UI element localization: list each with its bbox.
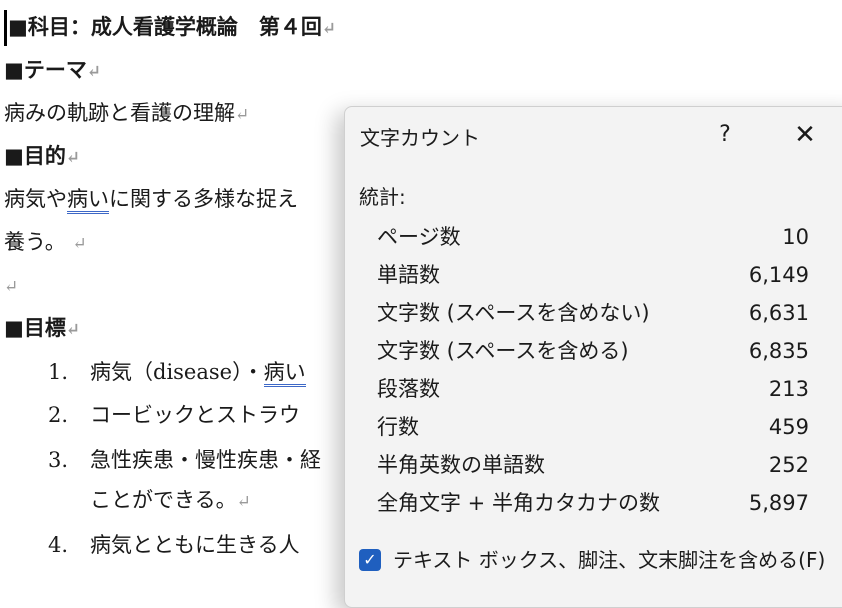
text-cursor	[4, 10, 7, 46]
stat-value: 10	[782, 225, 809, 249]
purpose-heading: ■目的↵	[4, 141, 80, 173]
statistics-label: 統計:	[359, 185, 406, 209]
stat-value: 459	[768, 415, 809, 439]
theme-text-content: 病みの軌跡と看護の理解	[4, 101, 235, 125]
goal-number: 2.	[48, 403, 69, 427]
paragraph-mark: ↵	[72, 234, 87, 254]
goals-heading: ■目標↵	[4, 313, 80, 345]
stat-value: 213	[768, 377, 809, 401]
goal-item-1: 1. 病気（disease）・病い	[48, 357, 306, 387]
stat-label: 段落数	[377, 377, 440, 401]
empty-paragraph: ↵	[4, 270, 18, 302]
goal-text: 急性疾患・慢性疾患・経	[90, 448, 321, 472]
purpose-text-part: 病気や	[4, 187, 67, 211]
stat-value: 6,835	[748, 339, 809, 363]
purpose-text-line-1: 病気や病いに関する多様な捉え	[4, 184, 298, 214]
help-button[interactable]: ?	[705, 119, 745, 151]
dialog-titlebar[interactable]: 文字カウント ? ✕	[345, 107, 842, 163]
subject-heading-text: ■科目：成人看護学概論 第４回	[8, 14, 322, 39]
goal-item-3: 3. 急性疾患・慢性疾患・経	[48, 445, 321, 475]
stat-row-chars-no-spaces: 文字数 (スペースを含めない) 6,631	[377, 295, 809, 331]
theme-text: 病みの軌跡と看護の理解↵	[4, 98, 249, 130]
stat-value: 6,631	[748, 301, 809, 325]
word-count-dialog: 文字カウント ? ✕ 統計: ページ数 10 単語数 6,149 文字数 (スペ…	[344, 106, 842, 608]
purpose-text-line-2: 養う。 ↵	[4, 227, 87, 259]
include-textboxes-checkbox[interactable]: ✓	[359, 549, 381, 571]
stat-row-paragraphs: 段落数 213	[377, 371, 809, 407]
include-textboxes-label[interactable]: テキスト ボックス、脚注、文末脚注を含める(F)	[393, 545, 825, 575]
goal-text: ことができる。	[90, 488, 237, 512]
paragraph-mark: ↵	[65, 148, 81, 168]
stat-row-lines: 行数 459	[377, 409, 809, 445]
goal-text: 病気とともに生きる人	[90, 533, 300, 557]
goal-number: 3.	[48, 448, 69, 472]
stat-row-words: 単語数 6,149	[377, 257, 809, 293]
goal-number: 1.	[48, 360, 69, 384]
purpose-heading-text: ■目的	[4, 143, 66, 168]
stat-label: 行数	[377, 415, 419, 439]
goal-item-3-continued: ことができる。↵	[48, 485, 251, 517]
paragraph-mark: ↵	[86, 62, 102, 82]
goal-item-2: 2. コービックとストラウ	[48, 400, 300, 430]
stat-value: 252	[768, 453, 809, 477]
theme-heading-text: ■テーマ	[4, 57, 87, 82]
stat-value: 6,149	[748, 263, 809, 287]
purpose-text-part: に関する多様な捉え	[109, 187, 298, 211]
paragraph-mark: ↵	[65, 320, 81, 340]
stat-label: 全角文字 + 半角カタカナの数	[377, 491, 660, 515]
goals-heading-text: ■目標	[4, 315, 66, 340]
stat-row-chars-with-spaces: 文字数 (スペースを含める) 6,835	[377, 333, 809, 369]
stat-label: 半角英数の単語数	[377, 453, 545, 477]
stat-label: 文字数 (スペースを含める)	[377, 339, 629, 363]
stat-label: 単語数	[377, 263, 440, 287]
dialog-title: 文字カウント	[360, 126, 480, 150]
subject-heading: ■科目：成人看護学概論 第４回↵	[8, 12, 336, 44]
stat-label: ページ数	[377, 225, 461, 249]
goal-text: コービックとストラウ	[90, 403, 300, 427]
goal-number: 4.	[48, 533, 69, 557]
purpose-text-part: 養う。	[4, 230, 66, 254]
stat-value: 5,897	[748, 491, 809, 515]
close-button[interactable]: ✕	[783, 119, 827, 151]
stat-row-pages: ページ数 10	[377, 219, 809, 255]
stat-row-fullwidth-chars: 全角文字 + 半角カタカナの数 5,897	[377, 485, 809, 521]
stat-row-halfwidth-words: 半角英数の単語数 252	[377, 447, 809, 483]
spelling-flag-word[interactable]: 病い	[263, 360, 306, 387]
paragraph-mark: ↵	[236, 492, 251, 512]
stat-label: 文字数 (スペースを含めない)	[377, 301, 650, 325]
paragraph-mark: ↵	[321, 19, 337, 39]
goal-text: 病気（disease）・	[90, 360, 264, 384]
goal-item-4: 4. 病気とともに生きる人	[48, 530, 300, 560]
theme-heading: ■テーマ↵	[4, 55, 101, 87]
spelling-flag-word[interactable]: 病い	[67, 187, 109, 214]
paragraph-mark: ↵	[4, 277, 19, 297]
paragraph-mark: ↵	[235, 105, 250, 125]
